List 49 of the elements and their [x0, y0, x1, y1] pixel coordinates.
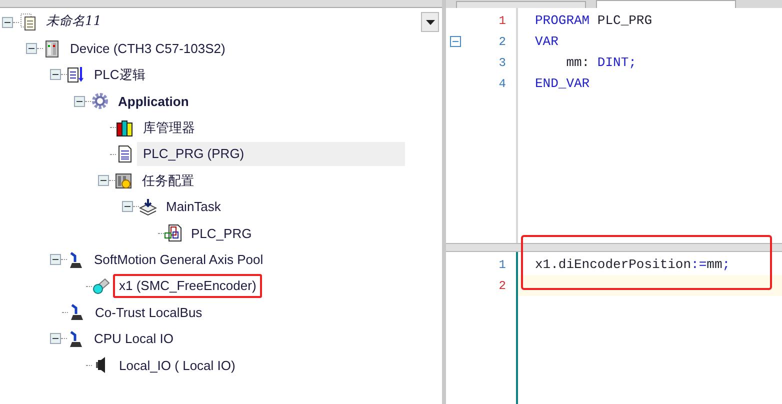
collapse-icon[interactable] — [50, 254, 61, 266]
dropdown-button[interactable] — [421, 12, 439, 32]
tree-item[interactable]: x1 (SMC_FreeEncoder) — [113, 274, 262, 298]
tree-item[interactable]: 任务配置 — [136, 168, 200, 193]
collapse-icon[interactable] — [26, 43, 37, 54]
collapse-icon[interactable] — [122, 201, 133, 212]
tree-item[interactable]: Device (CTH3 C57-103S2) — [64, 36, 232, 61]
code-line: VAR — [535, 32, 558, 51]
line-number: 1 — [498, 256, 506, 274]
tree-item[interactable]: PLC_PRG (PRG) — [137, 142, 405, 166]
line-number: 1 — [498, 12, 506, 30]
collapse-icon[interactable] — [50, 69, 61, 80]
axis-icon — [68, 303, 86, 322]
layers-icon — [139, 198, 157, 216]
gear-icon — [91, 92, 109, 110]
document-stack-icon — [19, 13, 37, 32]
axis-icon — [67, 250, 85, 269]
task-config-icon — [115, 172, 133, 190]
axis-icon — [67, 330, 85, 348]
collapse-icon[interactable] — [74, 96, 85, 107]
tree-item[interactable]: Application — [112, 89, 195, 114]
program-icon — [67, 66, 85, 84]
document-icon — [116, 145, 134, 164]
line-number: 2 — [498, 278, 506, 294]
tree-item[interactable]: Co-Trust LocalBus — [89, 300, 208, 324]
collapse-icon[interactable] — [2, 16, 13, 28]
line-number: 3 — [498, 54, 506, 72]
tree-item[interactable]: 库管理器 — [137, 116, 201, 140]
tree-item[interactable]: 未命名11 — [40, 10, 108, 34]
encoder-icon — [92, 277, 110, 296]
code-line: mm: DINT; — [565, 54, 636, 72]
code-line: x1.diEncoderPosition:=mm; — [535, 256, 730, 274]
collapse-icon[interactable] — [98, 175, 109, 186]
books-icon — [116, 118, 134, 137]
tree-item[interactable]: SoftMotion General Axis Pool — [88, 248, 270, 272]
tree-item[interactable]: CPU Local IO — [88, 326, 180, 351]
program-call-icon — [164, 224, 182, 242]
tree-item[interactable]: MainTask — [160, 194, 227, 219]
collapse-icon[interactable] — [50, 333, 61, 344]
device-icon — [43, 40, 61, 58]
line-number: 4 — [498, 76, 506, 92]
tree-item[interactable]: PLC_PRG — [185, 221, 258, 246]
code-line: PROGRAM PLC_PRG — [535, 12, 652, 30]
tree-item[interactable]: PLC逻辑 — [88, 62, 152, 87]
caret-icon — [426, 20, 434, 24]
code-line: END_VAR — [535, 74, 590, 93]
tree-item[interactable]: Local_IO ( Local IO) — [113, 353, 242, 378]
line-number: 2 — [498, 34, 506, 50]
fold-icon[interactable] — [450, 36, 461, 47]
